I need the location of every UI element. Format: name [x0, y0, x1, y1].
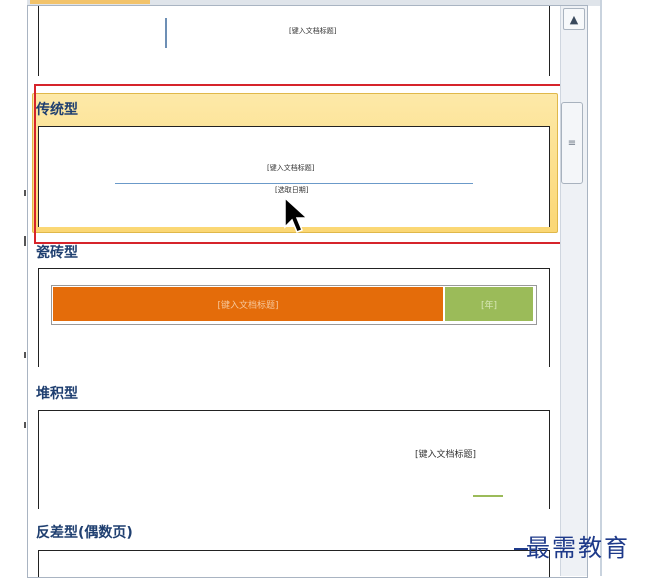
- thumb-accent-line: [473, 495, 503, 497]
- text-cursor-line: [165, 18, 167, 48]
- thumb-title: [键入文档标题]: [289, 27, 337, 35]
- window-right-area: [600, 0, 645, 576]
- thumb-stacked[interactable]: [键入文档标题]: [38, 410, 550, 509]
- document-cursor-mark: [24, 236, 26, 246]
- gallery-item-blank[interactable]: [键入文档标题]: [38, 6, 550, 76]
- tile-title-bar: [键入文档标题]: [53, 287, 443, 321]
- scroll-thumb[interactable]: ≡: [561, 102, 583, 184]
- gallery-scrollbar[interactable]: ▲ ≡: [560, 6, 587, 576]
- ribbon-tab-accent: [30, 0, 150, 4]
- document-text-mark: [24, 352, 26, 358]
- item-label-stacked: 堆积型: [36, 386, 78, 402]
- thumb-contrast-even[interactable]: [38, 550, 550, 577]
- item-label-tiles: 瓷砖型: [36, 245, 78, 261]
- scroll-up-button[interactable]: ▲: [563, 8, 585, 30]
- document-text-mark: [24, 422, 26, 428]
- watermark-text: 最需教育: [526, 534, 630, 562]
- item-label-contrast-even: 反差型(偶数页): [36, 525, 133, 541]
- tile-year-bar: [年]: [445, 287, 533, 321]
- thumb-tiles[interactable]: [键入文档标题] [年]: [38, 268, 550, 367]
- document-text-mark: [24, 190, 26, 196]
- document-edge: [0, 0, 27, 576]
- header-style-gallery: [键入文档标题] 传统型 [键入文档标题] [选取日期] 瓷砖型 [键入文档标题…: [27, 5, 588, 578]
- window-divider: [600, 0, 602, 576]
- mouse-pointer-icon: [284, 197, 309, 233]
- thumb-title: [键入文档标题]: [415, 450, 477, 460]
